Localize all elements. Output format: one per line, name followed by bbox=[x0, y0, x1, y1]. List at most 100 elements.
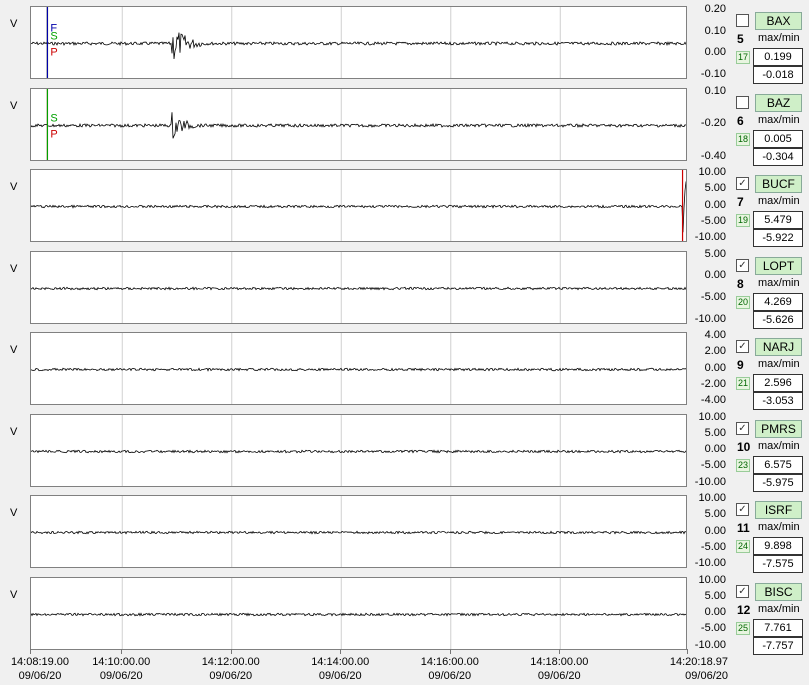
y-tick-label: -5.00 bbox=[700, 214, 726, 227]
channel-checkbox[interactable]: ✓ bbox=[736, 340, 749, 353]
y-tick-label: -5.00 bbox=[700, 459, 726, 472]
station-name-button[interactable]: BISC bbox=[755, 582, 802, 601]
channel-sub-index: 24 bbox=[736, 540, 751, 553]
min-value: -0.304 bbox=[753, 147, 803, 166]
y-tick-label: 10.00 bbox=[698, 166, 726, 178]
y-tick-label: 10.00 bbox=[698, 410, 726, 423]
maxmin-label: max/min bbox=[758, 439, 800, 452]
x-axis-label: 14:18:00.00 09/06/20 bbox=[519, 655, 599, 683]
x-axis-date: 09/06/20 bbox=[318, 670, 362, 682]
waveform-trace bbox=[31, 367, 686, 372]
unit-label: V bbox=[10, 344, 18, 356]
channel-number: 5 bbox=[737, 32, 744, 46]
station-name-button[interactable]: NARJ bbox=[755, 338, 802, 356]
channel-controls: BAX 5 max/min 17 0.199 -0.018 bbox=[733, 8, 809, 88]
channel-sub-index: 20 bbox=[736, 295, 751, 309]
x-axis-time: 14:20:18.97 bbox=[669, 656, 728, 668]
waveform-svg: PSF bbox=[31, 170, 686, 241]
station-name-button[interactable]: ISRF bbox=[755, 501, 802, 519]
min-value: -5.975 bbox=[753, 473, 803, 492]
x-axis-time: 14:14:00.00 bbox=[311, 656, 370, 668]
y-tick-label: 2.00 bbox=[704, 345, 726, 358]
channel-checkbox[interactable] bbox=[736, 14, 749, 27]
waveform-plot[interactable]: PSF bbox=[30, 495, 687, 568]
max-value: 4.269 bbox=[753, 292, 803, 311]
channel-number: 9 bbox=[737, 358, 744, 372]
waveform-svg: PSF bbox=[31, 414, 686, 486]
x-tick bbox=[687, 649, 688, 654]
y-tick-label: -10.00 bbox=[694, 312, 726, 325]
station-name-button[interactable]: BAZ bbox=[755, 93, 802, 112]
waveform-plot[interactable]: PSF bbox=[30, 169, 687, 242]
y-tick-label: -10.00 bbox=[694, 557, 726, 569]
waveform-plot[interactable]: PSF bbox=[30, 576, 687, 650]
x-axis-time: 14:08:19.00 bbox=[10, 656, 70, 668]
x-axis-label: 14:20:18.97 09/06/20 bbox=[648, 655, 728, 683]
channel-number: 11 bbox=[737, 521, 750, 535]
x-axis-time: 14:18:00.00 bbox=[530, 656, 589, 668]
x-axis-label: 14:16:00.00 09/06/20 bbox=[410, 655, 490, 683]
channel-number: 10 bbox=[737, 439, 751, 454]
x-tick bbox=[30, 649, 31, 654]
channel-number: 6 bbox=[737, 113, 744, 128]
x-axis-date: 09/06/20 bbox=[685, 670, 728, 682]
channel-checkbox[interactable]: ✓ bbox=[736, 503, 749, 516]
pick-label-p: P bbox=[50, 128, 57, 140]
channel-number: 12 bbox=[737, 602, 751, 617]
trace-panel-lopt: V PSF 5.00 0.00 -5.00 -10.00 bbox=[0, 247, 730, 327]
channel-sub-index: 18 bbox=[736, 132, 751, 146]
y-tick-label: 0.20 bbox=[704, 3, 726, 15]
channel-checkbox[interactable]: ✓ bbox=[736, 177, 749, 190]
channel-number: 8 bbox=[737, 276, 744, 291]
pick-label-p: P bbox=[50, 47, 57, 59]
unit-label: V bbox=[10, 18, 18, 30]
station-name-button[interactable]: LOPT bbox=[755, 256, 802, 275]
channel-checkbox[interactable] bbox=[736, 95, 749, 109]
min-value: -7.757 bbox=[753, 636, 803, 655]
maxmin-label: max/min bbox=[758, 276, 800, 289]
waveform-trace bbox=[31, 286, 686, 290]
channel-checkbox[interactable]: ✓ bbox=[736, 584, 749, 598]
max-value: 9.898 bbox=[753, 537, 803, 555]
y-tick-label: 5.00 bbox=[704, 508, 726, 521]
station-name-button[interactable]: PMRS bbox=[755, 419, 802, 438]
station-name-button[interactable]: BUCF bbox=[755, 175, 802, 193]
y-tick-label: 5.00 bbox=[704, 247, 726, 260]
x-tick bbox=[559, 649, 561, 654]
x-tick bbox=[340, 649, 342, 654]
x-axis-time: 14:16:00.00 bbox=[420, 656, 479, 668]
waveform-svg: PS bbox=[31, 88, 686, 160]
waveform-trace bbox=[31, 32, 686, 60]
y-tick-label: -10.00 bbox=[694, 638, 726, 651]
max-value: 2.596 bbox=[753, 374, 803, 392]
waveform-plot[interactable]: PS bbox=[30, 87, 687, 161]
y-tick-label: -5.00 bbox=[700, 290, 726, 303]
waveform-trace bbox=[31, 448, 686, 454]
y-tick-label: 0.00 bbox=[704, 443, 726, 455]
channel-controls: ✓ LOPT 8 max/min 20 4.269 -5.626 bbox=[733, 253, 809, 333]
channel-controls: ✓ PMRS 10 max/min 23 6.575 -5.975 bbox=[733, 416, 809, 496]
x-axis-label: 14:14:00.00 09/06/20 bbox=[300, 655, 380, 683]
channel-controls: ✓ ISRF 11 max/min 24 9.898 -7.575 bbox=[733, 497, 809, 577]
channel-checkbox[interactable]: ✓ bbox=[736, 258, 749, 272]
channel-sub-index: 25 bbox=[736, 621, 751, 635]
y-tick-label: 0.10 bbox=[704, 84, 726, 97]
y-tick-label: 0.00 bbox=[704, 606, 726, 618]
y-tick-label: 0.00 bbox=[704, 269, 726, 282]
trace-panel-pmrs: V PSF 10.00 5.00 0.00 -5.00 -10.00 bbox=[0, 410, 730, 490]
x-tick bbox=[449, 649, 451, 654]
station-name-button[interactable]: BAX bbox=[755, 12, 802, 30]
channel-sub-index: 23 bbox=[736, 458, 751, 472]
x-axis-date: 09/06/20 bbox=[18, 670, 62, 682]
waveform-plot[interactable]: PSF bbox=[30, 250, 687, 324]
waveform-plot[interactable]: PSF bbox=[30, 6, 687, 79]
waveform-plot[interactable]: PSF bbox=[30, 332, 687, 405]
channel-controls: ✓ NARJ 9 max/min 21 2.596 -3.053 bbox=[733, 334, 809, 414]
channel-controls: ✓ BISC 12 max/min 25 7.761 -7.757 bbox=[733, 579, 809, 659]
channel-checkbox[interactable]: ✓ bbox=[736, 421, 749, 435]
x-axis-time: 14:12:00.00 bbox=[201, 656, 260, 668]
x-axis-label: 14:10:00.00 09/06/20 bbox=[81, 655, 161, 683]
waveform-plot[interactable]: PSF bbox=[30, 413, 687, 487]
y-tick-label: -0.20 bbox=[700, 117, 726, 129]
max-value: 0.199 bbox=[753, 48, 803, 66]
